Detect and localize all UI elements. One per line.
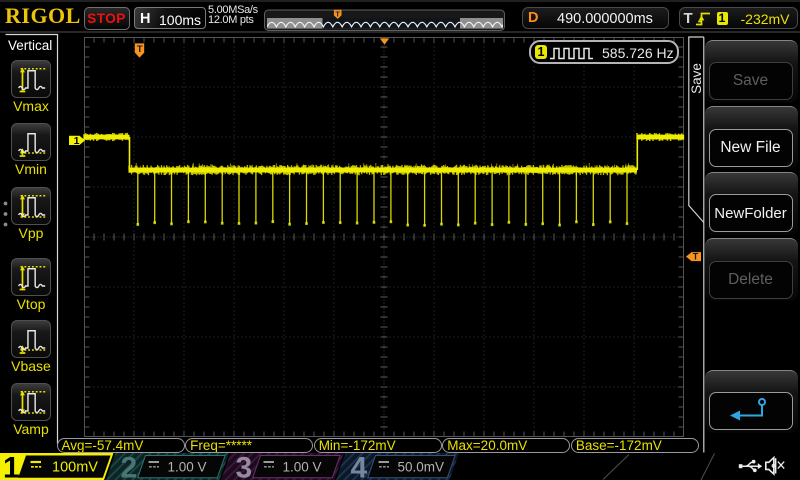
svg-text:100mV: 100mV: [52, 460, 98, 476]
svg-text:T: T: [137, 44, 143, 55]
svg-text:1: 1: [74, 135, 80, 147]
svg-text:2: 2: [121, 452, 138, 480]
svg-text:1: 1: [3, 452, 20, 480]
svg-text:4: 4: [351, 452, 368, 480]
svg-text:T: T: [693, 252, 699, 262]
svg-text:3: 3: [236, 452, 253, 480]
svg-text:1.00 V: 1.00 V: [283, 460, 322, 475]
svg-text:1.00 V: 1.00 V: [168, 460, 207, 475]
svg-text:50.0mV: 50.0mV: [398, 460, 445, 475]
svg-text:T: T: [335, 9, 340, 18]
